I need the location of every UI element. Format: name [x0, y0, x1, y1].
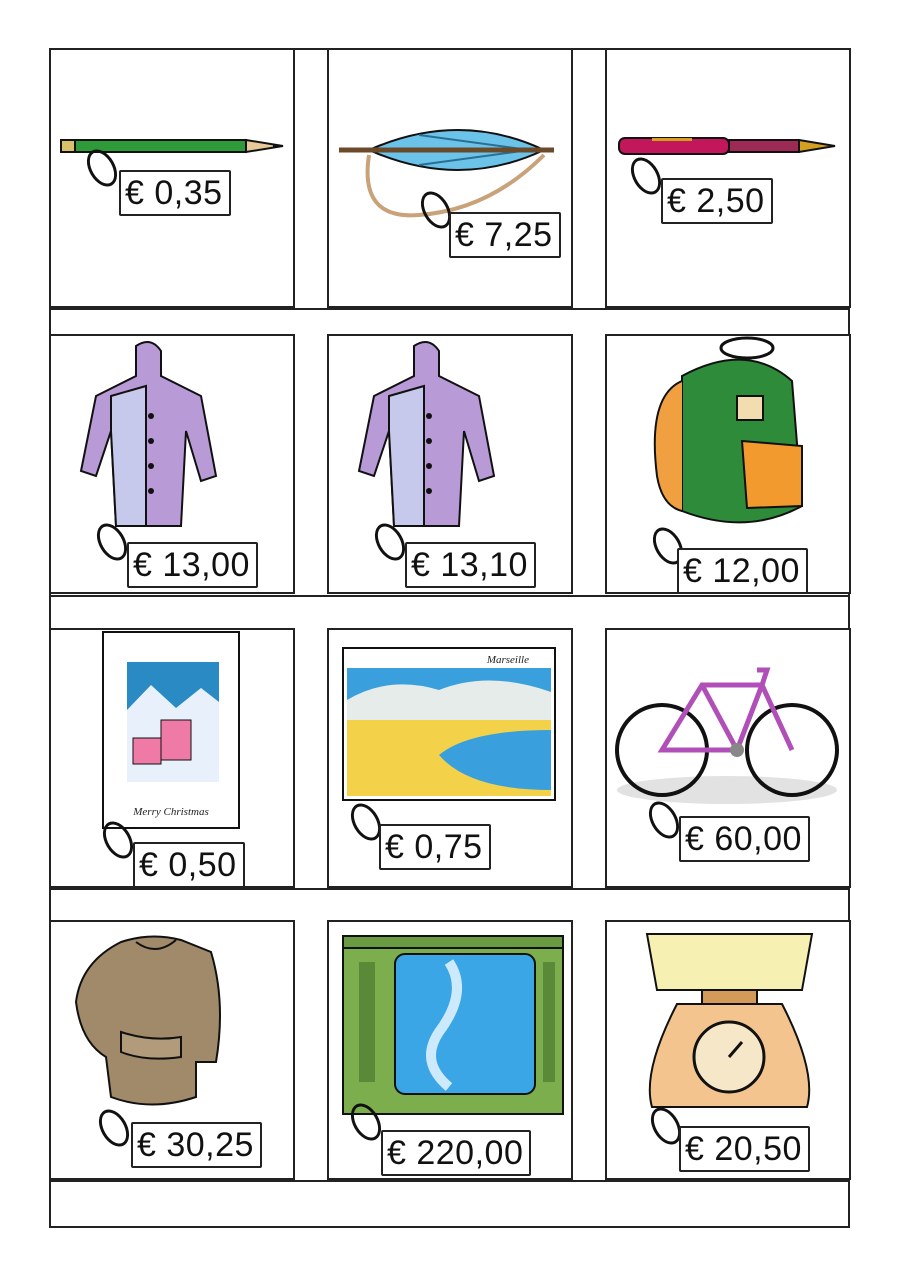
- price-tag: € 0,50: [133, 842, 245, 886]
- card-text: Merry Christmas: [132, 806, 208, 818]
- row-divider: [51, 888, 848, 890]
- price-tag: € 12,00: [677, 548, 808, 592]
- price-card-television: € 220,00: [327, 920, 573, 1180]
- umbrella-icon: [339, 129, 554, 218]
- price-card-umbrella: € 7,25: [327, 48, 573, 308]
- price-tag: € 13,00: [127, 542, 258, 588]
- price-tag: € 2,50: [661, 178, 773, 224]
- price-tag: € 60,00: [679, 816, 810, 862]
- price-tag: € 20,50: [679, 1126, 810, 1172]
- row-divider: [51, 1180, 848, 1182]
- price-card-pencil: € 0,35: [49, 48, 295, 308]
- price-tag: € 13,10: [405, 542, 536, 588]
- price-card-kitchen-scale: € 20,50: [605, 920, 851, 1180]
- card-text: Marseille: [486, 654, 529, 666]
- price-tag: € 0,75: [379, 824, 491, 870]
- price-tag: € 30,25: [131, 1122, 262, 1168]
- price-card-bicycle: € 60,00: [605, 628, 851, 888]
- price-card-fountain-pen: € 2,50: [605, 48, 851, 308]
- price-card-sweater: € 30,25: [49, 920, 295, 1180]
- row-divider: [51, 308, 848, 310]
- price-tag: € 0,35: [119, 170, 231, 216]
- price-tag: € 220,00: [381, 1130, 532, 1176]
- price-card-backpack: € 12,00: [605, 334, 851, 594]
- price-card-raincoat: € 13,10: [327, 334, 573, 594]
- price-card-raincoat: € 13,00: [49, 334, 295, 594]
- row-divider: [51, 595, 848, 597]
- price-card-christmas-card: Merry Christmas € 0,50: [49, 628, 295, 888]
- price-tag: € 7,25: [449, 212, 561, 258]
- price-card-postcard: Marseille € 0,75: [327, 628, 573, 888]
